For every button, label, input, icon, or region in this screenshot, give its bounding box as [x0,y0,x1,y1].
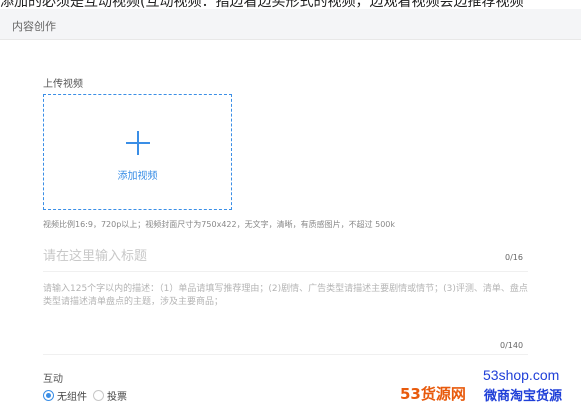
header-bar: 内容创作 [0,9,581,40]
add-video-label: 添加视频 [117,171,158,182]
add-video-button[interactable]: 添加视频 [43,94,232,210]
interaction-radio-group: 无组件 投票 [43,387,133,403]
breadcrumb[interactable]: 内容创作 [12,18,56,34]
radio-vote[interactable]: 投票 [93,388,127,403]
watermark-brand: 53货源网 [400,385,466,403]
title-divider [43,271,528,272]
radio-checked-icon [43,389,54,401]
title-char-counter: 0/16 [505,253,523,262]
plus-icon [126,131,150,155]
upload-section-label: 上传视频 [43,79,83,90]
radio-label: 无组件 [57,391,87,403]
interaction-section-label: 互动 [43,374,63,385]
top-banner-text: 添加的必须是互动视频(互动视频：指边看边买形式的视频，边观看视频会边推荐视频 [0,0,524,9]
upload-hint: 视频比例16:9，720p以上；视频封面尺寸为750x422，无文字，清晰，有质… [43,220,396,229]
radio-no-component[interactable]: 无组件 [43,388,87,403]
description-char-counter: 0/140 [500,341,524,350]
radio-label: 投票 [107,391,127,403]
description-divider [43,354,528,355]
watermark-site: 53shop.com [483,367,560,383]
title-input[interactable] [43,245,483,267]
watermark-slogan: 微商淘宝货源 [484,389,563,404]
radio-unchecked-icon [93,389,104,401]
description-input[interactable] [43,283,528,333]
